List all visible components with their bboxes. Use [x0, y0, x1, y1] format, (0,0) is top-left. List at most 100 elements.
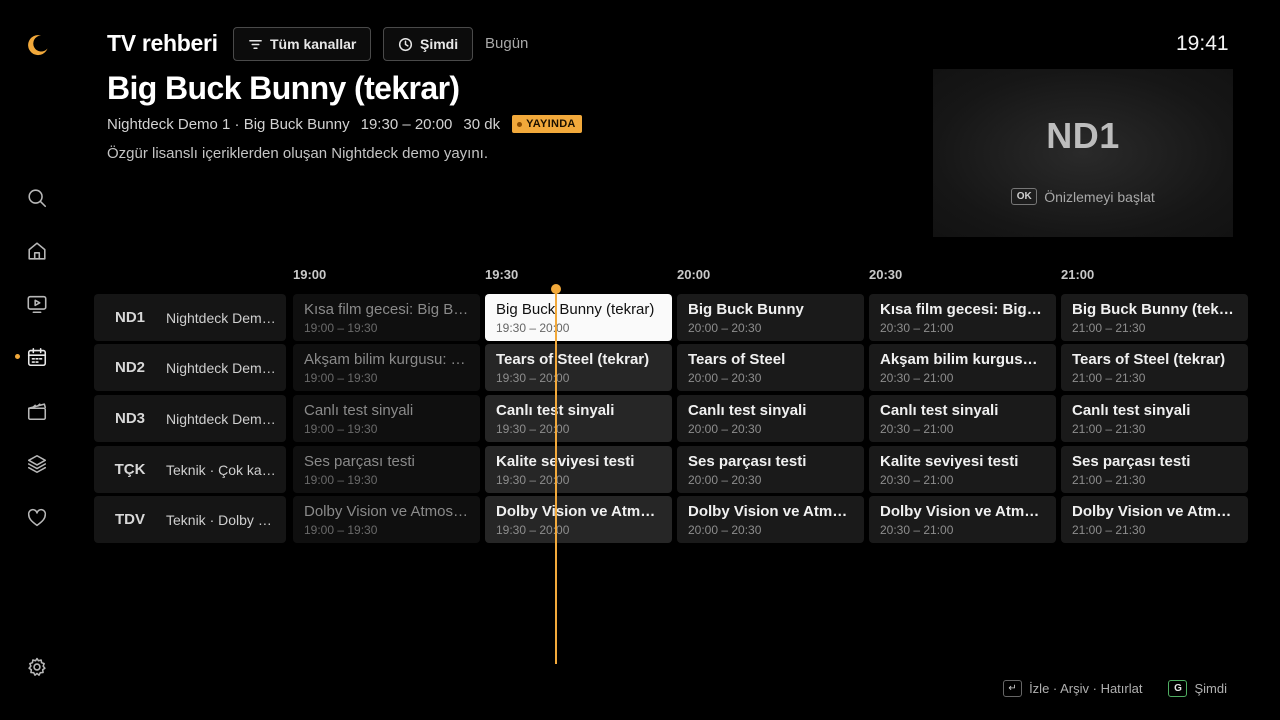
program-cell-time: 20:00 – 20:30: [688, 422, 762, 436]
program-cell[interactable]: Canlı test sinyali 19:30 – 20:00: [485, 395, 672, 442]
program-meta: Nightdeck Demo 1 · Big Buck Bunny 19:30 …: [107, 115, 582, 133]
program-cell[interactable]: Tears of Steel (tekrar) 19:30 – 20:00: [485, 344, 672, 391]
today-button[interactable]: Bugün: [485, 35, 528, 52]
program-cell-time: 20:30 – 21:00: [880, 321, 954, 335]
program-cell-title: Tears of Steel (tekrar): [496, 351, 650, 368]
program-cell-time: 19:30 – 20:00: [496, 473, 570, 487]
program-cell[interactable]: Dolby Vision ve Atmos testi 21:00 – 21:30: [1061, 496, 1248, 543]
program-cell[interactable]: Canlı test sinyali 20:00 – 20:30: [677, 395, 864, 442]
program-cell-title: Big Buck Bunny (tekrar): [496, 301, 655, 318]
program-cell[interactable]: Tears of Steel 20:00 – 20:30: [677, 344, 864, 391]
home-icon[interactable]: [25, 239, 49, 263]
program-cell-title: Canlı test sinyali: [880, 402, 999, 419]
program-cell-time: 19:00 – 19:30: [304, 422, 378, 436]
program-cell[interactable]: Canlı test sinyali 19:00 – 19:30: [293, 395, 480, 442]
channel-name: Nightdeck Demo 3: [166, 410, 276, 427]
preview-panel[interactable]: ND1 OK Önizlemeyi başlat: [933, 69, 1233, 237]
program-cell-title: Big Buck Bunny (tekrar): [1072, 301, 1237, 318]
program-cell-title: Ses parçası testi: [304, 453, 415, 470]
program-cell-time: 19:30 – 20:00: [496, 422, 570, 436]
program-cell[interactable]: Akşam bilim kurgusu: Tears of Steel 20:30…: [869, 344, 1056, 391]
channel-number: ND1: [114, 309, 145, 326]
program-cell-time: 21:00 – 21:30: [1072, 523, 1146, 537]
program-cell[interactable]: Canlı test sinyali 21:00 – 21:30: [1061, 395, 1248, 442]
filter-icon: [249, 39, 262, 49]
program-channel: Nightdeck Demo 1 · Big Buck Bunny: [107, 115, 350, 133]
program-cell-time: 21:00 – 21:30: [1072, 473, 1146, 487]
program-cell-title: Canlı test sinyali: [1072, 402, 1191, 419]
program-cell-title: Canlı test sinyali: [304, 402, 414, 419]
ok-key-icon: OK: [1011, 188, 1038, 205]
clock: 19:41: [1176, 32, 1229, 55]
moon-logo-icon: [28, 35, 48, 56]
program-cell[interactable]: Dolby Vision ve Atmos testi 20:30 – 21:00: [869, 496, 1056, 543]
program-cell[interactable]: Ses parçası testi 21:00 – 21:30: [1061, 446, 1248, 493]
channel-name: Nightdeck Demo 1: [166, 309, 276, 326]
program-time: 19:30 – 20:00: [360, 115, 453, 133]
program-title: Big Buck Bunny (tekrar): [107, 70, 460, 106]
channel-cell[interactable]: ND3 Nightdeck Demo 3: [94, 395, 286, 442]
program-cell-title: Ses parçası testi: [688, 453, 807, 470]
program-cell-title: Akşam bilim kurgusu: Tears of Steel: [880, 351, 1045, 368]
all-channels-label: Tüm kanallar: [270, 36, 357, 52]
program-cell[interactable]: Ses parçası testi 19:00 – 19:30: [293, 446, 480, 493]
channel-cell[interactable]: TÇK Teknik · Çok kanallı ses: [94, 446, 286, 493]
channel-number: TÇK: [114, 461, 146, 478]
search-icon[interactable]: [25, 186, 49, 210]
preview-channel-logo: ND1: [1046, 115, 1120, 156]
program-cell[interactable]: Dolby Vision ve Atmos testi 19:00 – 19:30: [293, 496, 480, 543]
program-cell-time: 20:00 – 20:30: [688, 321, 762, 335]
program-cell-title: Dolby Vision ve Atmos testi: [880, 503, 1045, 520]
program-cell[interactable]: Big Buck Bunny 20:00 – 20:30: [677, 294, 864, 341]
time-label: 20:30: [869, 267, 903, 282]
program-cell[interactable]: Kısa film gecesi: Big Buck Bunny 20:30 – …: [869, 294, 1056, 341]
program-cell-time: 19:30 – 20:00: [496, 321, 570, 335]
program-cell-title: Akşam bilim kurgusu: Tears of Steel: [304, 351, 469, 368]
program-cell-title: Kalite seviyesi testi: [880, 453, 1019, 470]
program-cell[interactable]: Kalite seviyesi testi 19:30 – 20:00: [485, 446, 672, 493]
clock-icon: [398, 37, 413, 51]
program-cell[interactable]: Akşam bilim kurgusu: Tears of Steel 19:00…: [293, 344, 480, 391]
channel-name: Nightdeck Demo 2: [166, 359, 276, 376]
program-duration: 30 dk: [463, 115, 501, 133]
settings-icon[interactable]: [25, 655, 49, 679]
all-channels-button[interactable]: Tüm kanallar: [233, 27, 372, 61]
channel-cell[interactable]: ND2 Nightdeck Demo 2: [94, 344, 286, 391]
program-cell-title: Tears of Steel (tekrar): [1072, 351, 1226, 368]
program-cell-time: 20:00 – 20:30: [688, 473, 762, 487]
preview-hint-label: Önizlemeyi başlat: [1044, 188, 1155, 205]
program-cell[interactable]: Big Buck Bunny (tekrar) 21:00 – 21:30: [1061, 294, 1248, 341]
program-cell-title: Canlı test sinyali: [496, 402, 615, 419]
program-cell[interactable]: Big Buck Bunny (tekrar) 19:30 – 20:00: [485, 294, 672, 341]
program-cell[interactable]: Dolby Vision ve Atmos testi 20:00 – 20:30: [677, 496, 864, 543]
channel-cell[interactable]: ND1 Nightdeck Demo 1: [94, 294, 286, 341]
program-cell-time: 19:30 – 20:00: [496, 371, 570, 385]
program-cell-title: Big Buck Bunny: [688, 301, 804, 318]
program-cell-title: Dolby Vision ve Atmos testi: [496, 503, 661, 520]
program-cell-title: Kısa film gecesi: Big Buck Bunny: [880, 301, 1045, 318]
program-cell-time: 19:00 – 19:30: [304, 473, 378, 487]
time-label: 19:30: [485, 267, 519, 282]
footer-actions: İzle · Arşiv · Hatırlat: [1029, 681, 1143, 696]
now-label: Şimdi: [420, 36, 459, 52]
footer-now: Şimdi: [1194, 681, 1227, 696]
program-cell-time: 21:00 – 21:30: [1072, 422, 1146, 436]
program-cell[interactable]: Tears of Steel (tekrar) 21:00 – 21:30: [1061, 344, 1248, 391]
footer-hints: ↵ İzle · Arşiv · Hatırlat G Şimdi: [1003, 680, 1227, 697]
time-label: 21:00: [1061, 267, 1095, 282]
program-cell[interactable]: Ses parçası testi 20:00 – 20:30: [677, 446, 864, 493]
program-cell-time: 20:30 – 21:00: [880, 523, 954, 537]
time-label: 20:00: [677, 267, 711, 282]
channel-cell[interactable]: TDV Teknik · Dolby Vision: [94, 496, 286, 543]
program-cell[interactable]: Kalite seviyesi testi 20:30 – 21:00: [869, 446, 1056, 493]
program-cell-title: Dolby Vision ve Atmos testi: [1072, 503, 1237, 520]
enter-key-icon: ↵: [1003, 680, 1023, 697]
program-cell[interactable]: Dolby Vision ve Atmos testi 19:30 – 20:00: [485, 496, 672, 543]
program-cell[interactable]: Kısa film gecesi: Big Buck Bunny 19:00 – …: [293, 294, 480, 341]
now-button[interactable]: Şimdi: [383, 27, 474, 61]
program-cell-time: 19:00 – 19:30: [304, 523, 378, 537]
channel-row: ND1 Nightdeck Demo 1 Kısa film gecesi: Big…: [0, 294, 1280, 341]
preview-hint: OK Önizlemeyi başlat: [933, 188, 1233, 205]
program-cell-time: 19:00 – 19:30: [304, 321, 378, 335]
program-cell[interactable]: Canlı test sinyali 20:30 – 21:00: [869, 395, 1056, 442]
